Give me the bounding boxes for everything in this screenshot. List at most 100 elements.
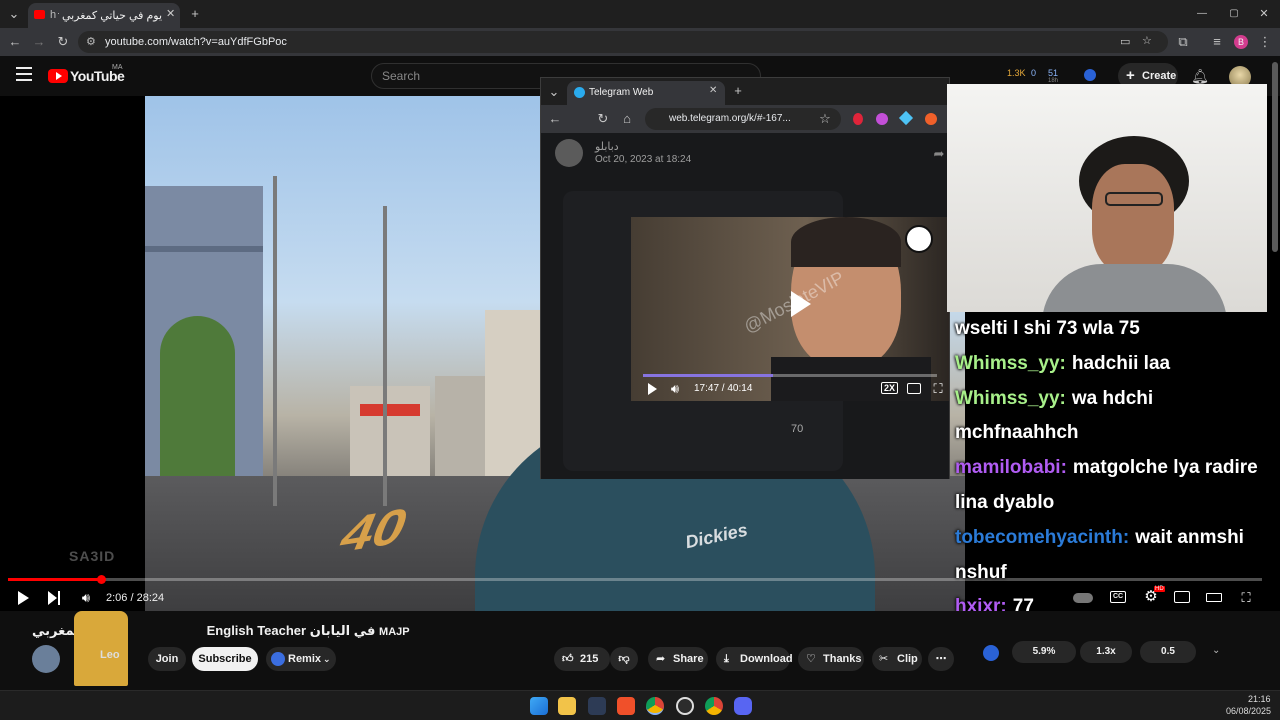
bookmark-star-icon[interactable]: ☆: [1142, 34, 1152, 47]
tg-tab-title: Telegram Web: [589, 87, 654, 98]
thanks-button[interactable]: ♡ Thanks: [798, 647, 864, 671]
tg-speed-button[interactable]: 2X: [881, 382, 899, 394]
video-person-hair: [791, 217, 901, 267]
tg-bookmark-icon[interactable]: ☆: [817, 108, 833, 130]
tg-play-icon[interactable]: [648, 383, 657, 395]
address-bar[interactable]: ⚙ youtube.com/watch?v=auYdfFGbPoc ▭ ☆: [78, 31, 1168, 53]
discord-icon[interactable]: [734, 697, 752, 715]
forward-share-icon[interactable]: ➦: [931, 143, 947, 165]
tg-video-progress[interactable]: [643, 374, 937, 377]
clip-button[interactable]: ✂ Clip: [872, 647, 922, 671]
tg-extension-pink-icon[interactable]: [876, 113, 888, 125]
chrome-profile-icon[interactable]: [705, 697, 723, 715]
share-button[interactable]: ➦ Share: [648, 647, 708, 671]
tg-fullscreen-icon[interactable]: ⛶: [931, 378, 945, 400]
more-actions-button[interactable]: ⋯: [928, 647, 954, 671]
tg-home-icon[interactable]: ⌂: [619, 108, 635, 130]
channel-name-short[interactable]: Leo: [100, 649, 120, 661]
maximize-icon[interactable]: ▢: [1224, 3, 1244, 25]
remix-chevron-icon: ⌄: [323, 654, 331, 664]
tg-video-time: 17:47 / 40:14: [694, 383, 753, 394]
minimize-icon[interactable]: —: [1192, 3, 1212, 25]
tab-close-icon[interactable]: ✕: [166, 7, 175, 20]
speed-chevron-icon[interactable]: ⌄: [1212, 645, 1220, 656]
profile-avatar[interactable]: B: [1234, 35, 1248, 49]
hamburger-menu-icon[interactable]: [16, 67, 32, 81]
channel-avatar-main[interactable]: [32, 645, 60, 673]
reload-icon[interactable]: ↻: [54, 31, 72, 53]
media-controls-icon[interactable]: ≡: [1208, 31, 1226, 53]
speed-ext-logo-icon[interactable]: [983, 645, 999, 661]
back-icon[interactable]: ←: [6, 31, 24, 53]
tg-reload-icon[interactable]: ↻: [595, 108, 611, 130]
streamer-glasses: [1105, 192, 1163, 206]
browser-tab-bar: ⌄ h يوم في حياتي كمغربي English Teacher …: [0, 0, 1280, 28]
tg-extension-blue-icon[interactable]: [898, 110, 914, 126]
yt-stat-b: 0: [1031, 68, 1037, 78]
subscribe-button[interactable]: Subscribe: [192, 647, 258, 671]
thanks-icon: ♡: [806, 653, 816, 665]
share-icon: ➦: [656, 653, 666, 665]
tab-youtube[interactable]: h يوم في حياتي كمغربي English Teacher في…: [28, 3, 180, 28]
page-scrollbar[interactable]: [1272, 62, 1278, 252]
progress-scrubber[interactable]: [96, 575, 106, 584]
cast-icon[interactable]: ▭: [1120, 35, 1130, 48]
file-explorer-icon[interactable]: [558, 697, 576, 715]
channel-avatar[interactable]: [555, 139, 583, 167]
tg-new-tab-icon[interactable]: +: [729, 80, 747, 102]
chat-message: wselti l shi 73 wla 75: [955, 312, 1265, 347]
volume-icon[interactable]: 🔊︎: [76, 587, 96, 609]
obs-icon[interactable]: [676, 697, 694, 715]
tab-list-icon[interactable]: ⌄: [4, 3, 24, 25]
extensions-icon[interactable]: ⧉: [1174, 31, 1192, 53]
like-button[interactable]: 👍︎ 215: [554, 647, 610, 671]
forward-icon[interactable]: →: [30, 31, 48, 53]
tg-volume-icon[interactable]: 🔊︎: [667, 378, 683, 400]
remix-icon: [271, 652, 285, 666]
chat-text: hadchii laa: [1071, 352, 1171, 374]
tg-extension-red-icon[interactable]: [853, 113, 863, 125]
menu-kebab-icon[interactable]: ⋮: [1258, 31, 1272, 53]
chat-text: wselti l shi 73 wla 75: [955, 318, 1140, 339]
telegram-window[interactable]: ⌄ Telegram Web ✕ + ← ↻ ⌂ web.telegram.or…: [540, 77, 950, 479]
tg-address-bar[interactable]: web.telegram.org/k/#-167...: [645, 108, 841, 130]
thumbs-up-icon: 👍︎: [562, 653, 574, 665]
yt-stat-c: 51: [1048, 68, 1059, 78]
download-icon: ⤓: [724, 653, 729, 665]
telegram-toolbar: ← ↻ ⌂ web.telegram.org/k/#-167... ☆: [541, 105, 949, 133]
site-info-icon[interactable]: ⚙: [86, 35, 96, 48]
thumbs-down-icon: 👎︎: [618, 653, 630, 665]
app-icon[interactable]: [588, 697, 606, 715]
tg-extension-orange-icon[interactable]: [925, 113, 937, 125]
new-tab-icon[interactable]: +: [186, 3, 204, 25]
tg-progress-played: [643, 374, 773, 377]
tab-telegram[interactable]: Telegram Web ✕: [567, 81, 725, 105]
telegram-video-player[interactable]: @MoslateVIP 🔊︎ 17:47 / 40:14 2X ⛶: [631, 217, 949, 401]
tab-title: يوم في حياتي كمغربي English Teacher في ا…: [58, 10, 162, 22]
tg-tab-list-icon[interactable]: ⌄: [545, 81, 563, 103]
speed-value[interactable]: 1.3x: [1080, 641, 1132, 663]
streamer-face: [1092, 164, 1174, 274]
remix-button[interactable]: Remix ⌄: [266, 647, 336, 671]
join-button[interactable]: Join: [148, 647, 186, 671]
extension-icon[interactable]: [1084, 69, 1096, 81]
webcam-overlay: [947, 84, 1267, 312]
browser-toolbar: ← → ↻ ⚙ youtube.com/watch?v=auYdfFGbPoc …: [0, 28, 1280, 56]
speed-pct: 5.9%: [1012, 641, 1076, 663]
video-suit: [771, 357, 931, 401]
tg-back-icon[interactable]: ←: [547, 108, 563, 130]
chat-username: mamilobabi:: [955, 457, 1067, 479]
speed-step[interactable]: 0.5: [1140, 641, 1196, 663]
brave-icon[interactable]: [617, 697, 635, 715]
download-button[interactable]: ⤓ Download: [716, 647, 793, 671]
play-icon[interactable]: [18, 591, 29, 605]
chrome-icon[interactable]: [646, 697, 664, 715]
start-windows-icon[interactable]: [530, 697, 548, 715]
tg-pip-icon[interactable]: [907, 383, 921, 394]
dislike-button[interactable]: 👎︎: [610, 647, 638, 671]
big-play-icon[interactable]: [791, 291, 811, 317]
tg-tab-close-icon[interactable]: ✕: [709, 85, 717, 96]
close-window-icon[interactable]: ✕: [1254, 3, 1274, 25]
clock-date: 06/08/2025: [1226, 706, 1272, 716]
next-icon[interactable]: [48, 591, 62, 605]
